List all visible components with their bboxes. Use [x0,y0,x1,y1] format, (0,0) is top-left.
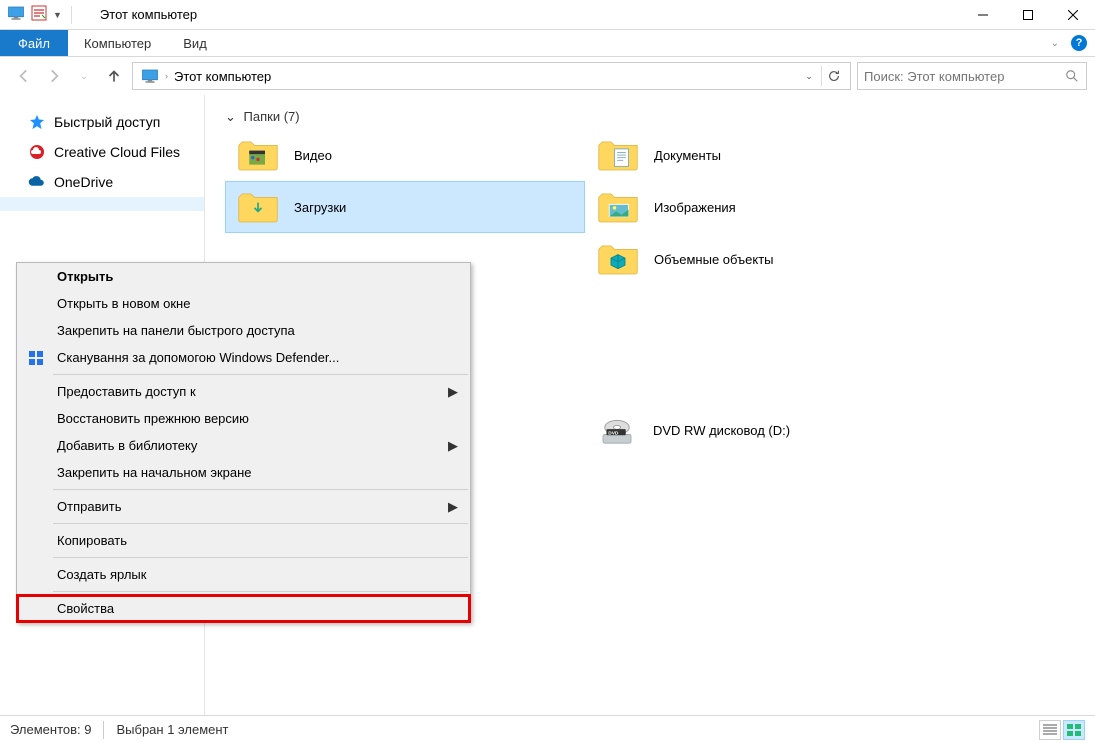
this-pc-icon [141,68,159,84]
ctx-pin-quick-access[interactable]: Закрепить на панели быстрого доступа [17,317,470,344]
status-selection: Выбран 1 элемент [116,722,228,737]
quick-access-toolbar: ▼ [0,5,82,24]
address-bar[interactable]: › Этот компьютер ⌄ [132,62,851,90]
ribbon-tabs: Файл Компьютер Вид ⌄ ? [0,30,1095,57]
folder-label: Документы [654,148,721,163]
folder-3d-objects[interactable]: Объемные объекты [585,233,945,285]
search-box[interactable] [857,62,1087,90]
folder-icon [594,188,642,226]
ctx-separator [53,523,468,524]
ctx-windows-defender[interactable]: Сканування за допомогою Windows Defender… [17,344,470,371]
view-large-icons-button[interactable] [1063,720,1085,740]
ribbon-tab-computer[interactable]: Компьютер [68,30,167,56]
search-input[interactable] [864,69,1064,84]
ctx-send-to[interactable]: Отправить▶ [17,493,470,520]
submenu-arrow-icon: ▶ [448,438,458,454]
minimize-button[interactable] [960,0,1005,29]
folder-icon [594,136,642,174]
ribbon-expand-icon[interactable]: ⌄ [1051,38,1059,49]
folder-label: Объемные объекты [654,252,774,267]
folder-label: Загрузки [294,200,346,215]
titlebar: ▼ Этот компьютер [0,0,1095,30]
sidebar-item-this-pc[interactable] [0,197,204,211]
qat-dropdown-icon[interactable]: ▼ [53,10,62,20]
sidebar-item-label: OneDrive [54,174,113,190]
sidebar-item-quick-access[interactable]: Быстрый доступ [0,107,204,137]
ctx-separator [53,591,468,592]
submenu-arrow-icon: ▶ [448,384,458,400]
device-dvd[interactable]: DVD DVD RW дисковод (D:) [585,405,945,455]
folder-icon [234,136,282,174]
folder-icon [594,240,642,278]
chevron-down-icon: ⌄ [225,109,236,124]
onedrive-icon [28,173,46,191]
maximize-button[interactable] [1005,0,1050,29]
sidebar-item-creative-cloud[interactable]: Creative Cloud Files [0,137,204,167]
view-details-button[interactable] [1039,720,1061,740]
sidebar-item-label: Быстрый доступ [54,114,160,130]
close-button[interactable] [1050,0,1095,29]
back-button[interactable] [12,64,36,88]
ribbon-tab-view[interactable]: Вид [167,30,223,56]
ctx-separator [53,374,468,375]
status-item-count: Элементов: 9 [10,722,91,737]
context-menu: Открыть Открыть в новом окне Закрепить н… [16,262,471,623]
ctx-restore-previous[interactable]: Восстановить прежнюю версию [17,405,470,432]
help-icon[interactable]: ? [1071,35,1087,51]
search-icon[interactable] [1064,69,1080,83]
defender-icon [27,349,45,367]
creative-cloud-icon [28,143,46,161]
refresh-button[interactable] [822,69,846,83]
ctx-separator [53,557,468,558]
folder-icon [234,188,282,226]
ctx-open[interactable]: Открыть [17,263,470,290]
address-history-button[interactable]: ⌄ [797,71,821,82]
svg-text:DVD: DVD [608,430,619,436]
folders-group-header[interactable]: ⌄ Папки (7) [225,105,1095,129]
status-separator [103,721,104,739]
breadcrumb-this-pc[interactable]: Этот компьютер [174,69,271,84]
qat-separator [71,6,72,24]
dvd-drive-icon: DVD [593,411,641,449]
folder-label: Изображения [654,200,736,215]
recent-locations-button[interactable]: ⌄ [72,64,96,88]
ctx-create-shortcut[interactable]: Создать ярлык [17,561,470,588]
qat-properties-icon[interactable] [31,5,47,24]
folder-label: Видео [294,148,332,163]
device-label: DVD RW дисковод (D:) [653,423,790,438]
folder-pictures[interactable]: Изображения [585,181,945,233]
up-button[interactable] [102,64,126,88]
navigation-bar: ⌄ › Этот компьютер ⌄ [0,57,1095,95]
ctx-grant-access[interactable]: Предоставить доступ к▶ [17,378,470,405]
app-icon [7,5,25,24]
chevron-right-icon[interactable]: › [165,71,168,81]
sidebar-item-onedrive[interactable]: OneDrive [0,167,204,197]
window-title: Этот компьютер [100,7,197,22]
file-tab[interactable]: Файл [0,30,68,56]
folder-downloads[interactable]: Загрузки [225,181,585,233]
ctx-separator [53,489,468,490]
ctx-add-library[interactable]: Добавить в библиотеку▶ [17,432,470,459]
submenu-arrow-icon: ▶ [448,499,458,515]
ctx-copy[interactable]: Копировать [17,527,470,554]
star-icon [28,113,46,131]
sidebar-item-label: Creative Cloud Files [54,144,180,160]
ctx-open-new-window[interactable]: Открыть в новом окне [17,290,470,317]
folder-documents[interactable]: Документы [585,129,945,181]
forward-button[interactable] [42,64,66,88]
folders-header-label: Папки (7) [244,109,300,124]
folder-videos[interactable]: Видео [225,129,585,181]
ctx-properties[interactable]: Свойства [17,595,470,622]
status-bar: Элементов: 9 Выбран 1 элемент [0,715,1095,743]
ctx-pin-start[interactable]: Закрепить на начальном экране [17,459,470,486]
